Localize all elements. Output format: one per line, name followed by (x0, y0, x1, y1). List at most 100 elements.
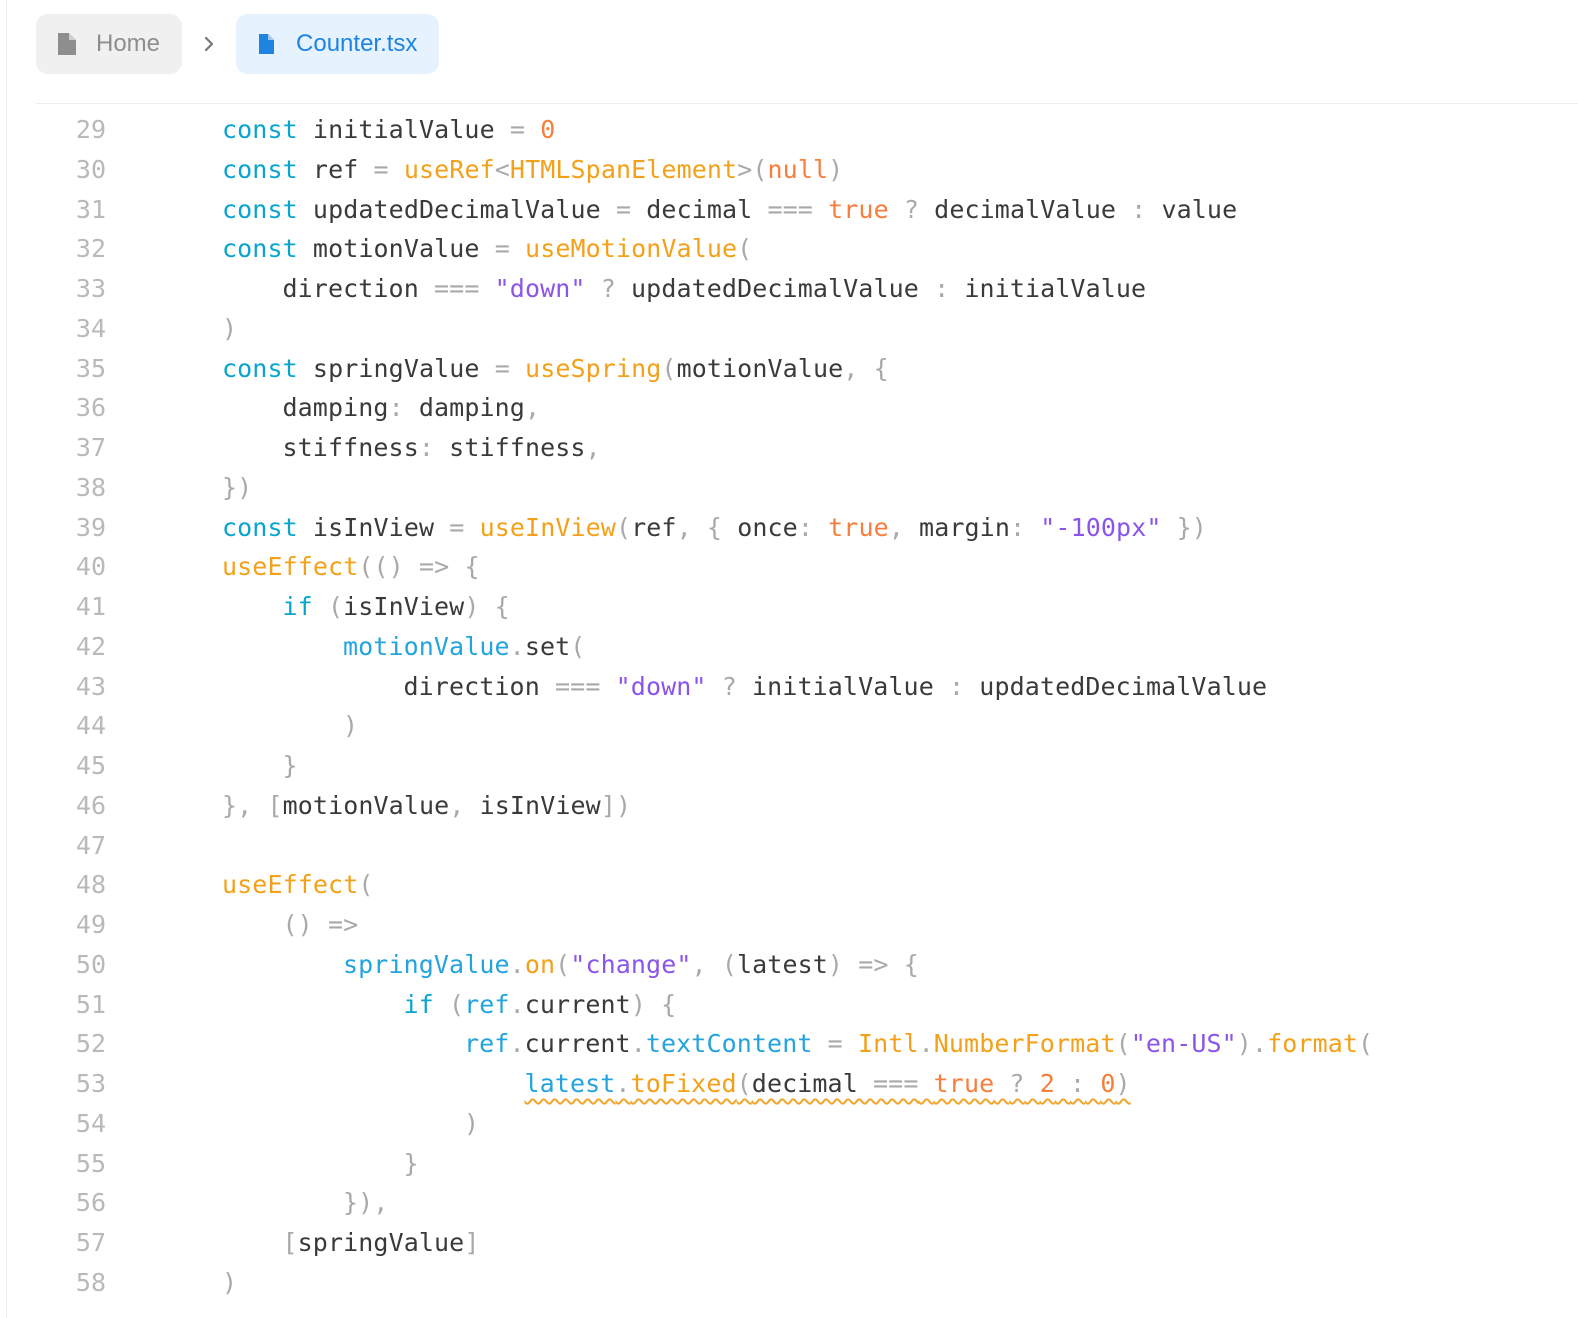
code-line: 51 if (ref.current) { (0, 985, 1578, 1025)
line-number: 51 (75, 989, 106, 1019)
code-text: const isInView = useInView(ref, { once: … (222, 508, 1207, 548)
line-number: 54 (75, 1108, 106, 1138)
code-text: latest.toFixed(decimal === true ? 2 : 0) (525, 1064, 1131, 1104)
code-token: damping (403, 393, 525, 423)
code-token: (() (358, 552, 404, 582)
line-number: 49 (75, 910, 106, 939)
code-token: : (418, 433, 435, 462)
code-token: : (1070, 1069, 1086, 1098)
code-token: motionValue (282, 790, 450, 820)
code-line: 39 const isInView = useInView(ref, { once… (0, 508, 1578, 548)
code-token: initialValue (736, 671, 949, 701)
code-token: updatedDecimalValue (297, 194, 616, 224)
code-line: 52 ref.current.textContent = Intl.NumberF… (0, 1024, 1578, 1064)
code-line: 29 const initialValue = 0 (0, 110, 1578, 150)
code-token: format (1267, 1029, 1359, 1059)
code-token: motionValue (676, 353, 844, 383)
lint-warning-underline[interactable]: latest.toFixed(decimal === true ? 2 : 0) (525, 1069, 1131, 1098)
code-token: ? (1009, 1069, 1025, 1098)
code-token: const (222, 234, 298, 264)
code-text: } (404, 1144, 419, 1184)
chevron-right-icon (182, 14, 236, 74)
code-line: 31 const updatedDecimalValue = decimal ==… (0, 190, 1578, 230)
code-token: , (449, 790, 465, 820)
code-editor[interactable]: 29 const initialValue = 0 30 const ref = us… (0, 110, 1578, 1303)
code-line: 30 const ref = useRef<HTMLSpanElement>(nu… (0, 150, 1578, 190)
line-number: 52 (75, 1029, 106, 1059)
line-number: 47 (75, 830, 106, 860)
code-text: motionValue.set( (343, 627, 585, 667)
code-token: useMotionValue (525, 234, 738, 264)
code-token: true (933, 1069, 995, 1098)
breadcrumb-active-file[interactable]: Counter.tsx (236, 14, 440, 74)
code-token: : (1009, 512, 1026, 542)
code-text: if (ref.current) { (404, 985, 677, 1025)
line-number: 33 (75, 274, 106, 303)
code-token: ( (661, 353, 677, 383)
code-text: () => (283, 905, 359, 945)
breadcrumb-home[interactable]: Home (36, 14, 183, 74)
code-token: NumberFormat (933, 1029, 1116, 1059)
code-token: on (524, 949, 556, 979)
code-text: } (283, 746, 298, 786)
code-text: }), (343, 1183, 388, 1223)
code-token: }), (343, 1188, 389, 1218)
code-token: direction (282, 274, 435, 303)
code-line: 50 springValue.on("change", (latest) => { (0, 945, 1578, 985)
code-token: set (524, 631, 571, 661)
code-token: . (509, 989, 525, 1019)
code-token: => (327, 910, 359, 939)
code-line: 45} (0, 746, 1578, 786)
code-line: 34) (0, 309, 1578, 349)
code-token: isInView (343, 592, 465, 621)
code-token: = (509, 115, 526, 144)
code-text: const motionValue = useMotionValue( (222, 229, 752, 269)
line-number: 32 (75, 234, 106, 264)
code-line: 48 useEffect( (0, 865, 1578, 905)
code-token: { (873, 353, 889, 383)
line-number: 57 (75, 1228, 106, 1257)
code-line: 41 if (isInView) { (0, 587, 1578, 627)
code-token: === (767, 194, 813, 224)
code-line: 46}, [motionValue, isInView]) (0, 786, 1578, 826)
code-token: toFixed (630, 1069, 737, 1098)
code-token: latest (524, 1069, 616, 1098)
code-token: isInView (464, 790, 601, 820)
code-token: value (1146, 194, 1238, 224)
breadcrumb: Home Counter.tsx (36, 14, 440, 74)
code-token: "-100px" (1040, 512, 1162, 542)
line-number: 38 (75, 472, 106, 502)
code-line: 43 direction === "down" ? initialValue : … (0, 667, 1578, 707)
code-token: . (509, 949, 525, 979)
code-text: ) (464, 1104, 479, 1144)
code-token: initialValue (949, 274, 1147, 303)
code-text: direction === "down" ? updatedDecimalVal… (283, 269, 1147, 309)
code-token: { (464, 552, 480, 582)
code-token: ref (297, 154, 374, 184)
code-token: 0 (1100, 1069, 1116, 1098)
code-token: ( (615, 512, 632, 542)
code-token: ] (464, 1228, 480, 1257)
code-token: decimal (751, 1069, 874, 1098)
code-token: ) (827, 949, 844, 979)
code-token: margin (903, 512, 1010, 542)
code-token: springValue (297, 353, 495, 383)
code-token: useInView (479, 512, 616, 542)
code-token: === (434, 274, 480, 303)
code-token: >( (737, 154, 768, 184)
code-token: null (767, 154, 829, 184)
code-text: damping: damping, (283, 388, 541, 428)
code-line: 37 stiffness: stiffness, (0, 428, 1578, 468)
code-token: true (828, 194, 889, 224)
code-token: "en-US" (1130, 1029, 1237, 1059)
